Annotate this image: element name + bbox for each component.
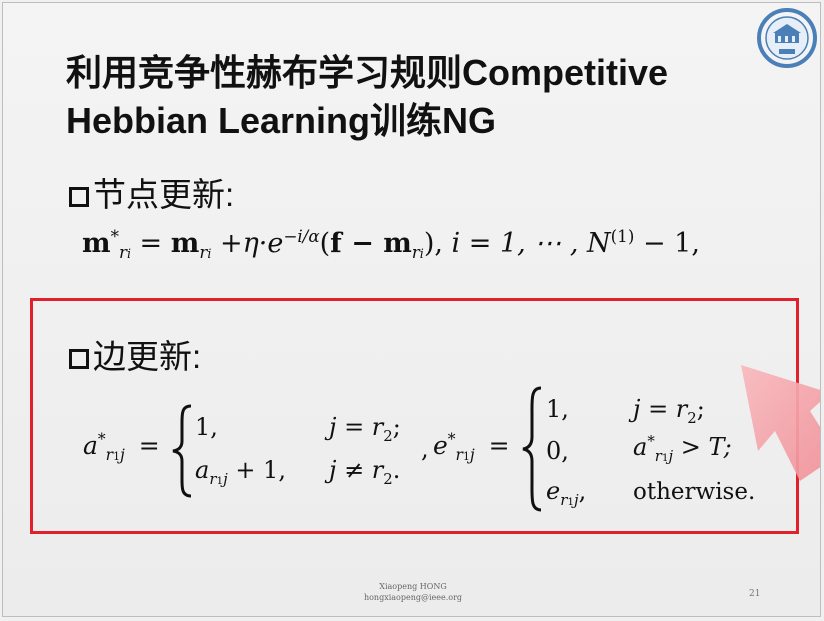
- eq2-e-case1-condition: j = r2;: [633, 395, 705, 425]
- eq2-case2-condition: j ≠ r2.: [329, 456, 401, 486]
- eq2-case2-cond-sub: 2: [383, 469, 393, 488]
- checkbox-bullet-icon: [69, 187, 89, 207]
- eq1-sub-r2: r: [411, 242, 420, 263]
- eq2-e: e: [433, 431, 448, 460]
- eq2-e-left-brace-icon: [522, 386, 542, 512]
- footer-author: Xiaopeng HONG: [379, 582, 447, 591]
- eq1-lhs-sub-r: r: [118, 242, 127, 263]
- eq2-e-case3-value: er1j,: [546, 477, 587, 508]
- node-update-equation: m*ri = mri +η·e−i/α(f − mri), i = 1, ⋯ ,…: [82, 226, 700, 263]
- eq2-e-case1-cond-text: j = r: [633, 395, 688, 423]
- eq2-case2-cond-text: j ≠ r: [329, 456, 384, 484]
- eq2-a-sub-1: 1: [113, 450, 120, 463]
- slide-title: 利用竞争性赫布学习规则Competitive Hebbian Learning训…: [66, 49, 766, 145]
- eq1-paren-close: ),: [423, 228, 452, 259]
- eq2-left-brace-icon: [172, 404, 192, 498]
- eq2-e-sub-r: r: [455, 446, 463, 464]
- eq2-e-case3-e: e: [546, 477, 561, 505]
- node-update-label: 节点更新:: [93, 176, 235, 213]
- eq2-e-case3-comma: ,: [578, 477, 587, 505]
- eq2-a-star: *: [97, 430, 106, 449]
- title-line-1: 利用竞争性赫布学习规则Competitive: [66, 52, 669, 93]
- eq2-case1-cond-text: j = r: [329, 413, 384, 441]
- eq2-e-equals: =: [488, 431, 510, 460]
- eq2-case2-end: .: [392, 456, 401, 484]
- eq1-index-range: i = 1, ⋯ , N: [451, 228, 611, 259]
- eq2-e-case2-sub-1: 1: [661, 451, 669, 464]
- eq2-case1-condition: j = r2;: [329, 413, 401, 443]
- eq2-e-case3-sub-1: 1: [567, 495, 574, 508]
- eq1-tail: − 1,: [634, 228, 700, 259]
- eq2-e-sub-j: j: [469, 446, 475, 464]
- title-line-2: Hebbian Learning训练NG: [66, 100, 497, 141]
- eq2-e-case1-end: ;: [696, 395, 705, 423]
- footer-email: hongxiaopeng@ieee.org: [363, 593, 463, 602]
- eq2-case2-a: a: [195, 456, 210, 484]
- slide: 利用竞争性赫布学习规则Competitive Hebbian Learning训…: [2, 2, 821, 617]
- eq1-exponent: −i/α: [283, 226, 320, 246]
- eq2-case1-value: 1,: [195, 413, 218, 441]
- checkbox-bullet-icon: [69, 349, 89, 369]
- eq2-e-case1-cond-sub: 2: [687, 408, 697, 427]
- eq2-e-case2-a: a: [633, 433, 648, 461]
- eq2-case1-end: ;: [392, 413, 401, 441]
- eq2-e-case2-tail: > T;: [673, 433, 732, 461]
- eq2-case1-cond-sub: 2: [383, 426, 393, 445]
- eq2-e-case3-condition: otherwise.: [633, 479, 756, 505]
- eq2-e-case2-value: 0,: [546, 437, 569, 465]
- eq2-e-case2-condition: a*r1j > T;: [633, 432, 732, 464]
- eq2-a-sub-j: j: [119, 446, 125, 464]
- eq2-e-case2-sub-r: r: [654, 446, 662, 465]
- eq2-comma: ,: [421, 435, 429, 463]
- pointer-arrow-icon: [741, 365, 820, 481]
- slide-footer: Xiaopeng HONG hongxiaopeng@ieee.org: [303, 581, 523, 603]
- eq1-eta-term: +η·e: [211, 228, 284, 259]
- eq2-a-lhs: a*r1j =: [83, 430, 160, 463]
- eq1-lhs-m: m: [82, 228, 111, 259]
- node-update-heading: 节点更新:: [69, 175, 234, 215]
- eq2-case2-tail: + 1,: [227, 456, 286, 484]
- eq1-f: f: [330, 228, 342, 259]
- eq1-paren-open: (: [319, 228, 331, 259]
- edge-update-heading: 边更新:: [69, 337, 201, 377]
- eq2-case2-value: ar1j + 1,: [195, 456, 286, 486]
- eq2-e-sub-1: 1: [462, 450, 470, 463]
- eq1-lhs-star: *: [110, 226, 119, 246]
- eq2-e-case1-value: 1,: [546, 395, 569, 423]
- eq1-m: m: [170, 228, 200, 259]
- eq2-e-star: *: [447, 430, 456, 449]
- eq2-e-lhs: e*r1j =: [433, 430, 510, 463]
- page-number: 21: [749, 589, 761, 599]
- edge-update-label: 边更新:: [93, 338, 202, 375]
- eq2-e-case2-star: *: [647, 432, 655, 450]
- eq1-minus-m: − m: [341, 228, 412, 259]
- eq1-n-superscript: (1): [610, 226, 635, 246]
- eq2-a: a: [83, 431, 98, 460]
- eq1-equals: =: [130, 228, 171, 259]
- eq2-a-sub-r: r: [105, 446, 114, 464]
- eq2-equals: =: [138, 431, 160, 460]
